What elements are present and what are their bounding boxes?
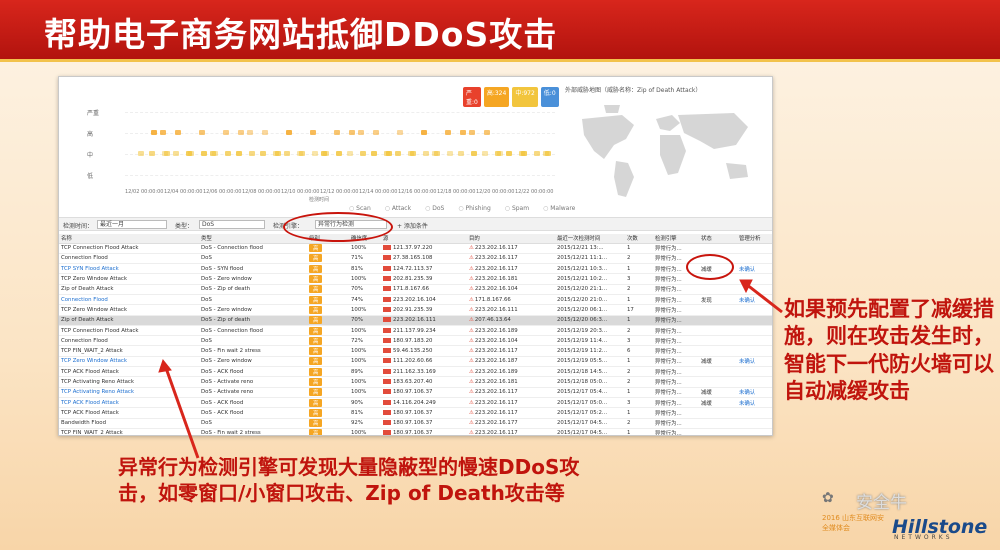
footer-logos: ✿ 安全牛 2016 山东互联网安全媒体会 Hillstone NETWORKS (822, 490, 992, 545)
callout-mitigation: 如果预先配置了减缓措施，则在攻击发生时，智能下一代防火墙可以自动减缓攻击 (784, 297, 994, 403)
wechat-icon: ✿ (822, 490, 834, 506)
conference-name: 2016 山东互联网安全媒体会 (822, 514, 885, 532)
callout-engine: 异常行为检测引擎可发现大量隐蔽型的慢速DDoS攻击，如零窗口/小窗口攻击、Zip… (118, 455, 580, 505)
hillstone-subtitle: NETWORKS (894, 534, 953, 541)
wechat-account-name: 安全牛 (856, 493, 907, 513)
